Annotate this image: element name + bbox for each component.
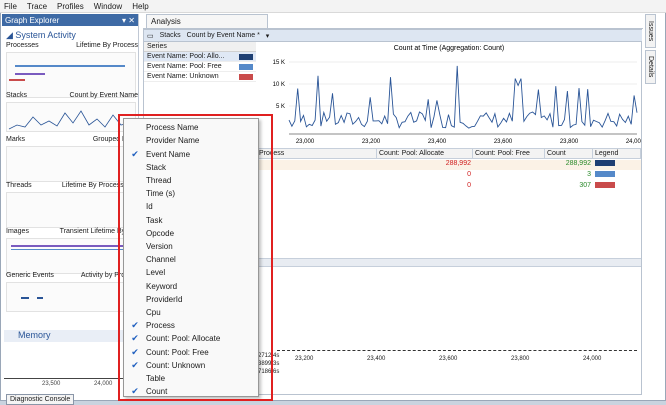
lower-timeline: 23,200 23,400 23,600 23,800 24,000 [257, 350, 641, 390]
close-icon[interactable]: ▾ ✕ [122, 16, 135, 25]
chart-title: Count at Time (Aggregation: Count) [394, 45, 505, 52]
column-header-process[interactable]: Process [257, 149, 377, 158]
x-tick-label: 23,600 [494, 139, 513, 145]
view-name: Stacks [159, 32, 181, 39]
x-tick-label: 23,400 [428, 139, 447, 145]
threads-thumbnail[interactable] [6, 192, 136, 228]
cell-alloc: 288,992 [445, 160, 471, 167]
graph-row-label: Processes [6, 42, 39, 49]
x-tick-label: 23,000 [296, 139, 315, 145]
stacks-sparkline [8, 110, 130, 130]
legend-swatch [595, 160, 615, 166]
graph-explorer-title-bar: Graph Explorer ▾ ✕ [2, 14, 138, 26]
system-activity-heading: System Activity [15, 30, 76, 40]
chevron-down-icon[interactable]: ▾ [266, 32, 270, 40]
count-chart[interactable]: Count at Time (Aggregation: Count) 15 K 1… [257, 42, 645, 157]
graph-row-label: Generic Events [6, 272, 54, 279]
menu-bar: File Trace Profiles Window Help [0, 0, 666, 13]
collapse-icon[interactable]: ◢ [6, 30, 15, 40]
cell-alloc: 0 [467, 171, 471, 178]
series-label: Event Name: Pool: Allo... [147, 53, 225, 60]
series-header: Series [144, 42, 256, 52]
lower-tick: 24,000 [583, 356, 602, 362]
graph-row-stacks[interactable]: Stacks Count by Event Name [6, 92, 138, 132]
memory-heading: Memory [18, 330, 51, 340]
side-tabs: Issues Details [645, 14, 663, 94]
graph-row-label: Threads [6, 182, 32, 189]
cell-free [473, 171, 545, 181]
x-tick-label: 23,200 [362, 139, 381, 145]
horizontal-scrollbar[interactable] [257, 258, 641, 267]
series-label: Event Name: Pool: Free [147, 63, 222, 70]
graph-row-processes[interactable]: Processes Lifetime By Process [6, 42, 138, 98]
y-tick-label: 15 K [273, 60, 285, 66]
cell-free [473, 182, 545, 192]
series-swatch [239, 63, 253, 70]
view-icon: ▭ [147, 32, 154, 40]
table-row[interactable]: 288,992 288,992 [257, 160, 641, 170]
x-tick-label: 24,000 [626, 139, 641, 145]
table-row[interactable]: 0 307 [257, 182, 641, 192]
y-tick-label: 10 K [273, 82, 285, 88]
lower-tick: 23,400 [367, 356, 386, 362]
menu-file[interactable]: File [4, 2, 17, 11]
column-header-alloc[interactable]: Count: Pool: Allocate [377, 149, 473, 158]
series-item[interactable]: Event Name: Pool: Free [144, 62, 256, 72]
stacks-thumbnail[interactable] [6, 102, 136, 132]
table-row[interactable]: 0 3 [257, 171, 641, 181]
generic-events-thumbnail[interactable] [6, 282, 136, 312]
cell-count: 3 [587, 171, 591, 178]
legend-swatch [595, 171, 615, 177]
system-activity-section: ◢ System Activity [6, 30, 138, 41]
graph-row-preset: Lifetime By Process [76, 42, 138, 49]
highlight-box [118, 114, 273, 401]
cell-alloc: 0 [467, 182, 471, 189]
series-item[interactable]: Event Name: Pool: Allo... [144, 52, 256, 62]
cell-count: 307 [579, 182, 591, 189]
column-header-count[interactable]: Count [545, 149, 593, 158]
lower-tick: 23,800 [511, 356, 530, 362]
graph-row-label: Images [6, 228, 29, 235]
lower-tick: 23,600 [439, 356, 458, 362]
series-swatch [239, 73, 253, 80]
table-header: Process Count: Pool: Allocate Count: Poo… [257, 148, 641, 159]
graph-explorer-title: Graph Explorer [5, 15, 60, 25]
graph-row-preset: Count by Event Name [69, 92, 138, 99]
chart-series-line [288, 65, 638, 129]
marks-thumbnail[interactable] [6, 146, 136, 182]
menu-help[interactable]: Help [132, 2, 148, 11]
series-label: Event Name: Unknown [147, 73, 219, 80]
timeline-tick: 24,000 [94, 381, 113, 387]
graph-row-label: Stacks [6, 92, 28, 99]
tab-issues[interactable]: Issues [645, 14, 656, 48]
column-header-free[interactable]: Count: Pool: Free [473, 149, 545, 158]
menu-trace[interactable]: Trace [27, 2, 47, 11]
view-preset-dropdown[interactable]: Count by Event Name * [187, 32, 260, 39]
cell-free [473, 160, 545, 170]
x-tick-label: 23,800 [560, 139, 579, 145]
view-header: ▭ Stacks Count by Event Name * ▾ [144, 30, 642, 42]
timeline-tick: 23,500 [42, 381, 61, 387]
column-header-legend[interactable]: Legend [593, 149, 641, 158]
diagnostic-console-button[interactable]: Diagnostic Console [6, 394, 75, 405]
cell-count: 288,992 [565, 160, 591, 167]
graph-row-label: Marks [6, 136, 26, 143]
series-swatch [239, 53, 253, 60]
lower-tick: 23,200 [295, 356, 314, 362]
count-chart-svg: Count at Time (Aggregation: Count) 15 K 1… [273, 45, 645, 145]
tab-details[interactable]: Details [645, 50, 656, 84]
menu-window[interactable]: Window [94, 2, 122, 11]
menu-profiles[interactable]: Profiles [57, 2, 84, 11]
series-item[interactable]: Event Name: Unknown [144, 72, 256, 82]
tab-analysis[interactable]: Analysis [146, 14, 268, 28]
legend-swatch [595, 182, 615, 188]
y-tick-label: 5 K [276, 104, 285, 110]
images-thumbnail[interactable] [6, 238, 136, 274]
